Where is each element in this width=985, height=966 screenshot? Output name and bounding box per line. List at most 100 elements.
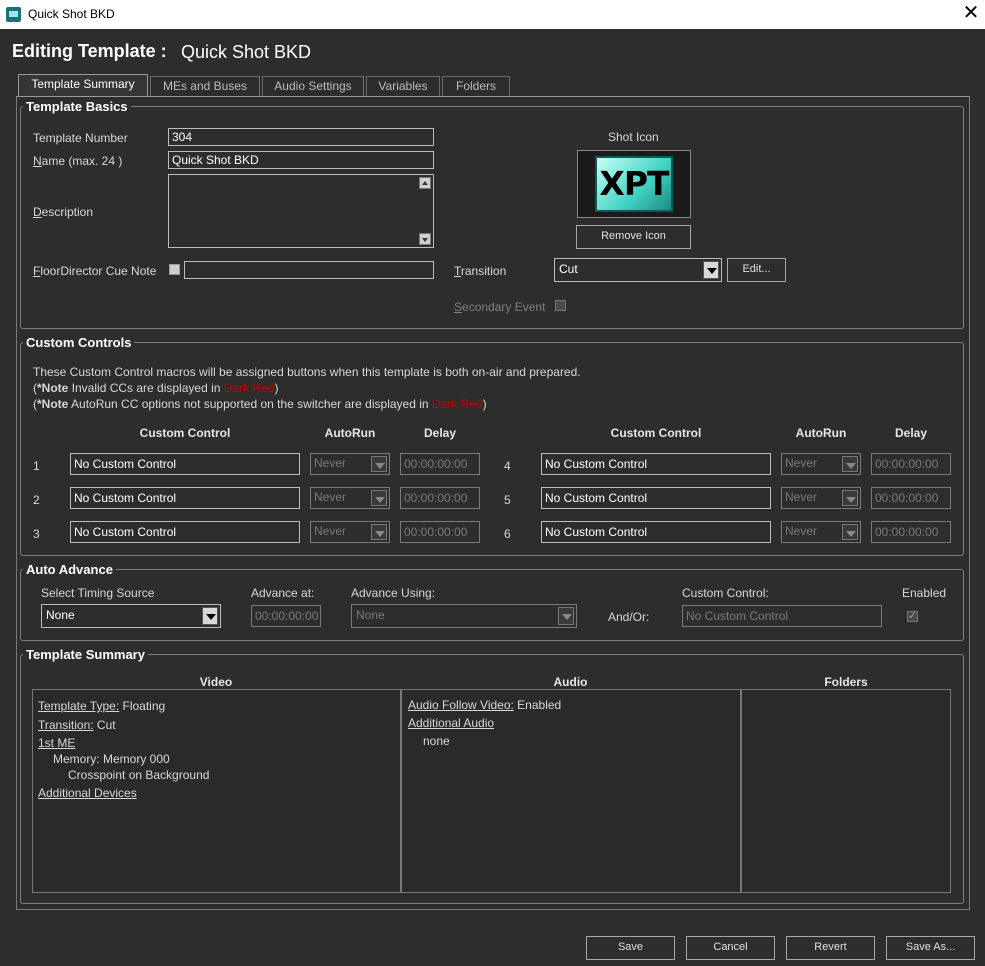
transition-label: Transition xyxy=(454,264,507,278)
additional-audio-link[interactable]: Additional Audio xyxy=(408,716,494,730)
cc-control-field[interactable]: No Custom Control xyxy=(70,453,300,475)
cc-delay-field[interactable]: 00:00:00:00 xyxy=(400,521,480,543)
transition-dropdown[interactable]: Cut xyxy=(554,258,722,282)
template-number-field[interactable]: 304 xyxy=(168,128,434,146)
cc-autorun-dropdown[interactable]: Never xyxy=(310,453,390,475)
template-name-title: Quick Shot BKD xyxy=(181,42,312,62)
cc-autorun-value: Never xyxy=(314,490,347,504)
enabled-checkbox[interactable] xyxy=(907,609,918,622)
save-button[interactable]: Save xyxy=(586,936,675,960)
audio-follow-video-line: Audio Follow Video: Enabled xyxy=(408,698,562,712)
aa-custom-control-field[interactable]: No Custom Control xyxy=(682,605,882,627)
custom-controls-title: Custom Controls xyxy=(23,335,135,350)
template-basics-group xyxy=(20,106,964,329)
window-title: Quick Shot BKD xyxy=(28,7,115,21)
chevron-down-icon xyxy=(202,607,218,625)
floor-director-checkbox[interactable] xyxy=(169,264,180,275)
remove-icon-button[interactable]: Remove Icon xyxy=(576,225,691,249)
template-basics-title: Template Basics xyxy=(23,99,131,114)
tab-template-summary[interactable]: Template Summary xyxy=(18,74,148,97)
and-or-label: And/Or: xyxy=(608,610,650,624)
cc-delay-field[interactable]: 00:00:00:00 xyxy=(400,453,480,475)
cc-control-field[interactable]: No Custom Control xyxy=(541,487,771,509)
first-me-link[interactable]: 1st ME xyxy=(38,736,75,750)
cc-autorun-dropdown[interactable]: Never xyxy=(310,521,390,543)
cc-autorun-dropdown[interactable]: Never xyxy=(781,453,861,475)
save-as-button[interactable]: Save As... xyxy=(886,936,975,960)
advance-using-value: None xyxy=(356,608,385,622)
col-delay-right: Delay xyxy=(894,426,928,440)
app-icon xyxy=(6,7,21,22)
secondary-event-checkbox[interactable] xyxy=(555,300,566,311)
close-icon[interactable]: ✕ xyxy=(960,3,982,25)
summary-folders-panel xyxy=(741,689,951,893)
cc-row-number: 2 xyxy=(33,493,40,507)
col-autorun-left: AutoRun xyxy=(324,426,376,440)
col-custom-control-left: Custom Control xyxy=(139,426,231,440)
cc-autorun-dropdown[interactable]: Never xyxy=(310,487,390,509)
enabled-label: Enabled xyxy=(902,586,947,600)
additional-devices-link[interactable]: Additional Devices xyxy=(38,786,137,800)
cc-row-number: 3 xyxy=(33,527,40,541)
cc-autorun-dropdown[interactable]: Never xyxy=(781,487,861,509)
title-bar: Quick Shot BKD ✕ xyxy=(0,0,985,29)
summary-col-video: Video xyxy=(199,675,233,689)
cc-control-field[interactable]: No Custom Control xyxy=(70,487,300,509)
cancel-button[interactable]: Cancel xyxy=(686,936,775,960)
cc-autorun-value: Never xyxy=(785,490,818,504)
shot-icon[interactable]: XPT xyxy=(577,150,691,218)
name-label: Name (max. 24 ) xyxy=(33,154,123,168)
advance-at-label: Advance at: xyxy=(251,586,315,600)
cc-control-field[interactable]: No Custom Control xyxy=(541,453,771,475)
tab-variables[interactable]: Variables xyxy=(366,76,440,96)
cc-control-field[interactable]: No Custom Control xyxy=(541,521,771,543)
chevron-down-icon xyxy=(371,524,387,540)
edit-transition-button[interactable]: Edit... xyxy=(727,258,786,282)
crosspoint-line: Crosspoint on Background xyxy=(68,768,210,782)
cc-delay-field[interactable]: 00:00:00:00 xyxy=(871,453,951,475)
aa-custom-control-label: Custom Control: xyxy=(682,586,769,600)
cc-control-field[interactable]: No Custom Control xyxy=(70,521,300,543)
shot-icon-label: Shot Icon xyxy=(608,130,659,144)
custom-controls-info: These Custom Control macros will be assi… xyxy=(33,365,581,379)
chevron-down-icon xyxy=(371,456,387,472)
template-summary-title: Template Summary xyxy=(23,647,148,662)
autorun-cc-note: (*Note AutoRun CC options not supported … xyxy=(33,397,487,411)
chevron-down-icon xyxy=(703,261,719,279)
cc-delay-field[interactable]: 00:00:00:00 xyxy=(871,521,951,543)
template-type-line: Template Type: Floating xyxy=(38,699,166,713)
col-custom-control-right: Custom Control xyxy=(610,426,702,440)
tab-mes-and-buses[interactable]: MEs and Buses xyxy=(150,76,260,96)
invalid-cc-note: (*Note Invalid CCs are displayed in Dark… xyxy=(33,381,279,395)
secondary-event-label: Secondary Event xyxy=(454,300,546,314)
timing-source-dropdown[interactable]: None xyxy=(41,604,221,628)
memory-line: Memory: Memory 000 xyxy=(53,752,170,766)
cc-delay-field[interactable]: 00:00:00:00 xyxy=(871,487,951,509)
xpt-icon: XPT xyxy=(595,156,673,212)
additional-audio-value: none xyxy=(423,734,450,748)
description-field[interactable] xyxy=(168,174,434,248)
chevron-down-icon xyxy=(842,456,858,472)
name-field[interactable]: Quick Shot BKD xyxy=(168,151,434,169)
cc-autorun-dropdown[interactable]: Never xyxy=(781,521,861,543)
scroll-down-icon[interactable] xyxy=(419,233,431,245)
scroll-up-icon[interactable] xyxy=(419,177,431,189)
description-label: Description xyxy=(33,205,94,219)
cc-row-number: 4 xyxy=(504,459,511,473)
col-delay-left: Delay xyxy=(423,426,457,440)
advance-using-dropdown[interactable]: None xyxy=(351,604,577,628)
cc-autorun-value: Never xyxy=(314,456,347,470)
cc-row-number: 1 xyxy=(33,459,40,473)
cc-delay-field[interactable]: 00:00:00:00 xyxy=(400,487,480,509)
tab-folders[interactable]: Folders xyxy=(442,76,510,96)
timing-source-value: None xyxy=(46,608,75,622)
revert-button[interactable]: Revert xyxy=(786,936,875,960)
transition-value: Cut xyxy=(559,262,578,276)
advance-at-field[interactable]: 00:00:00:00 xyxy=(251,605,321,627)
chevron-down-icon xyxy=(558,607,574,625)
tab-audio-settings[interactable]: Audio Settings xyxy=(262,76,364,96)
floor-director-field[interactable] xyxy=(184,261,434,279)
timing-source-label: Select Timing Source xyxy=(41,586,155,600)
page-title: Editing Template : xyxy=(12,41,167,61)
cc-autorun-value: Never xyxy=(785,456,818,470)
